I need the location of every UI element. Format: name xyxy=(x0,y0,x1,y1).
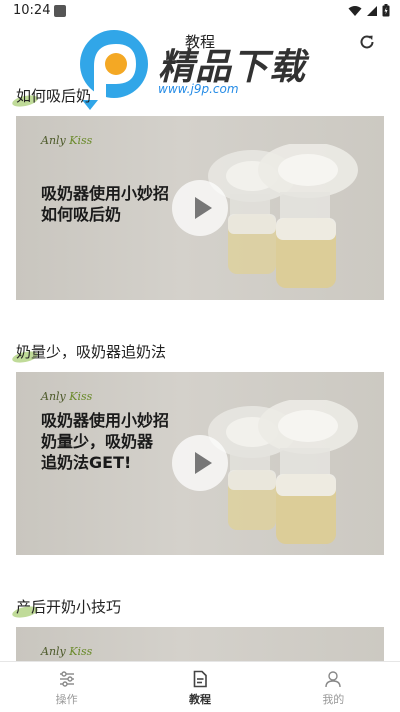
tutorial-title: 奶量少，吸奶器追奶法 xyxy=(11,341,166,365)
video-brand-label: Anly Kiss xyxy=(41,134,93,147)
refresh-button[interactable] xyxy=(354,29,380,55)
sliders-icon xyxy=(59,671,74,687)
tutorial-video[interactable]: Anly Kiss 吸奶器使用小妙招 如何吸后奶 xyxy=(16,116,384,300)
refresh-icon xyxy=(360,35,374,49)
play-icon xyxy=(194,452,212,474)
video-caption: 吸奶器使用小妙招 奶量少，吸奶器 追奶法GET! xyxy=(41,411,170,472)
tutorial-title: 如何吸后奶 xyxy=(11,85,91,109)
document-icon xyxy=(193,670,207,688)
video-caption: 吸奶器使用小妙招 如何吸后奶 xyxy=(41,184,170,224)
watermark-url: www.j9p.com xyxy=(158,82,239,96)
battery-icon xyxy=(382,4,390,17)
watermark: 精品下载 www.j9p.com xyxy=(72,26,332,110)
nav-tab-operation[interactable]: 操作 xyxy=(0,662,133,712)
wifi-icon xyxy=(348,5,362,16)
nav-tab-tutorial[interactable]: 教程 xyxy=(133,662,266,712)
nav-label: 我的 xyxy=(322,693,345,706)
play-button[interactable] xyxy=(172,180,228,236)
signal-icon xyxy=(367,5,377,16)
video-brand-label: Anly Kiss xyxy=(41,645,93,658)
nav-label: 教程 xyxy=(188,693,211,706)
tutorial-video[interactable]: Anly Kiss xyxy=(16,627,384,661)
user-icon xyxy=(325,671,342,688)
notification-icon xyxy=(54,5,66,17)
play-button[interactable] xyxy=(172,435,228,491)
nav-tab-mine[interactable]: 我的 xyxy=(267,662,400,712)
video-brand-label: Anly Kiss xyxy=(41,390,93,403)
tutorial-video[interactable]: Anly Kiss 吸奶器使用小妙招 奶量少，吸奶器 追奶法GET! xyxy=(16,372,384,555)
bottom-navigation: 操作 教程 我的 xyxy=(0,661,400,712)
status-icons xyxy=(348,4,390,17)
status-time: 10:24 xyxy=(13,3,51,18)
tutorial-title: 产后开奶小技巧 xyxy=(11,596,121,620)
status-bar: 10:24 xyxy=(0,0,400,24)
play-icon xyxy=(194,197,212,219)
breast-pump-image xyxy=(208,400,358,544)
breast-pump-image xyxy=(208,144,358,288)
nav-label: 操作 xyxy=(55,693,78,706)
